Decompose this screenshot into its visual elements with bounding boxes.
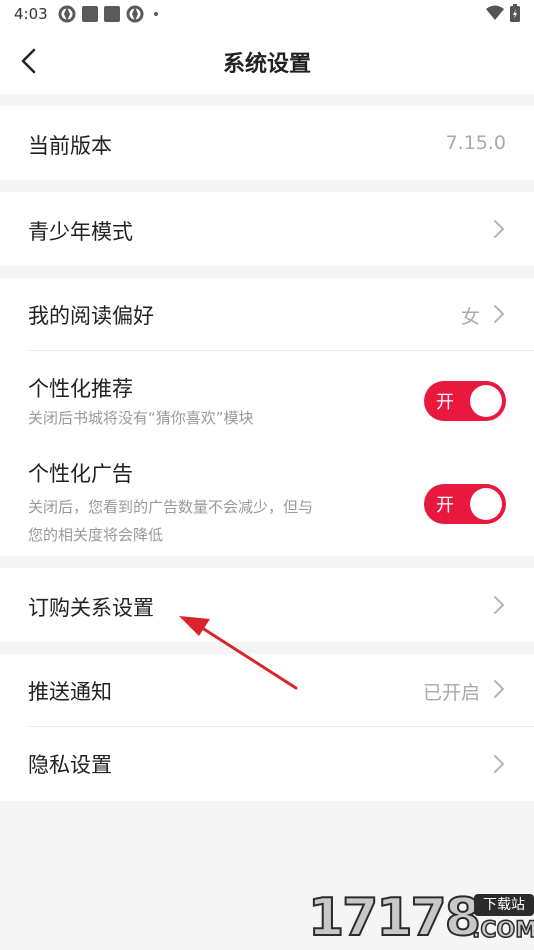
privacy-settings-label: 隐私设置	[28, 753, 112, 777]
site-watermark: 17178 下载站 .COM	[304, 887, 534, 949]
chevron-right-icon	[494, 220, 504, 238]
status-time: 4:03	[14, 5, 48, 23]
push-notification-row[interactable]: 推送通知 已开启	[0, 654, 534, 726]
status-system-icons	[486, 4, 520, 22]
personalized-ads-row: 个性化广告 关闭后，您看到的广告数量不会减少，但与 您的相关度将会降低 开	[0, 438, 534, 556]
notifications-privacy-group: 推送通知 已开启 隐私设置	[0, 654, 534, 801]
personalized-ads-desc-line1: 关闭后，您看到的广告数量不会减少，但与	[28, 498, 314, 516]
toggle-on-label: 开	[436, 495, 454, 516]
privacy-settings-row[interactable]: 隐私设置	[0, 727, 534, 801]
personalized-ads-desc-line2: 您的相关度将会降低	[28, 526, 164, 544]
chevron-right-icon	[494, 680, 504, 698]
personalized-recommendation-label: 个性化推荐	[28, 377, 133, 401]
chevron-right-icon	[494, 755, 504, 773]
page-title: 系统设置	[222, 52, 311, 77]
toggle-knob	[470, 385, 502, 417]
push-notification-value: 已开启	[422, 682, 480, 704]
youth-mode-group: 青少年模式	[0, 192, 534, 266]
personalized-ads-toggle[interactable]: 开	[424, 484, 506, 524]
status-notification-icons	[58, 5, 158, 23]
more-notifications-dot-icon	[154, 12, 158, 16]
chevron-right-icon	[494, 596, 504, 614]
aperture-icon	[126, 5, 144, 23]
youth-mode-label: 青少年模式	[28, 220, 133, 244]
status-bar: 4:03	[0, 0, 534, 28]
toggle-knob	[470, 488, 502, 520]
version-value: 7.15.0	[445, 132, 506, 154]
aperture-icon	[58, 5, 76, 23]
reading-preference-value: 女	[460, 306, 480, 328]
subscription-settings-label: 订购关系设置	[28, 596, 154, 620]
version-group: 当前版本 7.15.0	[0, 106, 534, 180]
notification-square-icon	[104, 6, 120, 22]
toggle-on-label: 开	[436, 392, 454, 413]
wifi-icon	[486, 5, 504, 20]
watermark-badge: 下载站	[474, 894, 534, 916]
push-notification-label: 推送通知	[28, 680, 112, 704]
preferences-group: 我的阅读偏好 女 个性化推荐 关闭后书城将没有“猜你喜欢”模块 开 个性化广告 …	[0, 278, 534, 556]
personalized-ads-label: 个性化广告	[28, 462, 133, 486]
watermark-suffix: .COM	[471, 917, 534, 944]
watermark-number: 17178	[307, 887, 482, 949]
personalized-recommendation-row: 个性化推荐 关闭后书城将没有“猜你喜欢”模块 开	[0, 351, 534, 437]
youth-mode-row[interactable]: 青少年模式	[0, 192, 534, 266]
reading-preference-row[interactable]: 我的阅读偏好 女	[0, 278, 534, 350]
battery-icon	[510, 4, 520, 22]
version-label: 当前版本	[28, 134, 112, 158]
subscription-group: 订购关系设置	[0, 568, 534, 642]
personalized-recommendation-toggle[interactable]: 开	[424, 381, 506, 421]
chevron-right-icon	[494, 305, 504, 323]
version-row: 当前版本 7.15.0	[0, 106, 534, 180]
reading-preference-label: 我的阅读偏好	[28, 304, 154, 328]
subscription-settings-row[interactable]: 订购关系设置	[0, 568, 534, 642]
personalized-recommendation-desc: 关闭后书城将没有“猜你喜欢”模块	[28, 409, 254, 427]
notification-square-icon	[82, 6, 98, 22]
nav-bar: 系统设置	[0, 28, 534, 94]
